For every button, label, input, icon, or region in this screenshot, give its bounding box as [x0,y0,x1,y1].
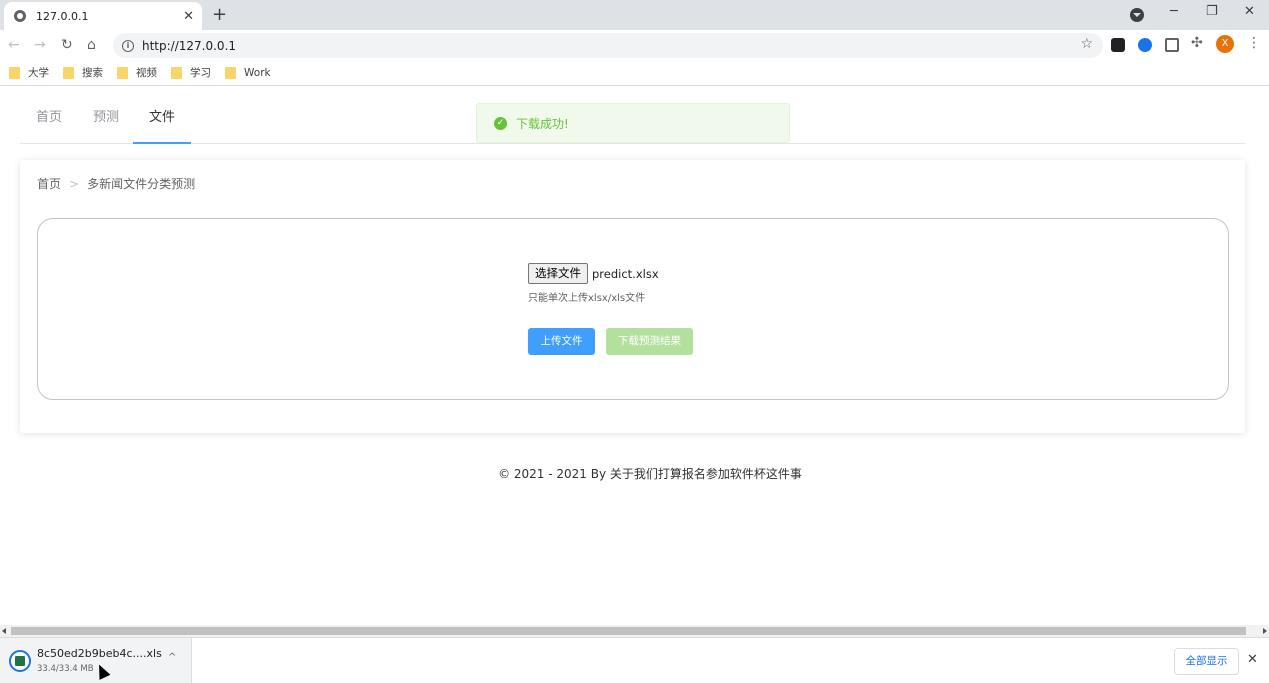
folder-icon [117,66,128,79]
bookmark-folder[interactable]: Work [225,66,271,79]
home-icon[interactable]: ⌂ [87,36,96,54]
globe-icon [14,10,26,22]
new-tab-button[interactable]: + [212,4,227,26]
reload-icon[interactable]: ↻ [61,36,73,54]
browser-tabstrip: 127.0.0.1 ✕ + ─ ❐ ✕ [0,0,1269,30]
breadcrumb-current: 多新闻文件分类预测 [87,177,196,191]
content-card: 首页 > 多新闻文件分类预测 选择文件 predict.xlsx 只能单次上传x… [20,160,1245,433]
browser-menu-icon[interactable]: ⋮ [1247,35,1261,51]
folder-icon [9,66,20,79]
tab-close-icon[interactable]: ✕ [183,10,194,23]
folder-icon [225,66,236,79]
bookmark-folder[interactable]: 学习 [171,65,211,80]
back-icon[interactable]: ← [8,36,20,54]
breadcrumb-home[interactable]: 首页 [37,175,61,192]
bookmark-star-icon[interactable]: ☆ [1080,36,1093,52]
extensions-puzzle-icon[interactable]: ✣ [1191,35,1205,51]
browser-tab[interactable]: 127.0.0.1 ✕ [4,2,202,30]
info-icon[interactable]: i [122,39,134,52]
nav-item-predict[interactable]: 预测 [77,87,135,144]
address-bar[interactable]: i http://127.0.0.1 ☆ [113,33,1103,58]
show-all-button[interactable]: 全部显示 [1174,648,1239,675]
upload-panel: 选择文件 predict.xlsx 只能单次上传xlsx/xls文件 上传文件 … [37,218,1229,400]
extension-check-icon[interactable] [1138,38,1152,52]
page-content: 首页 预测 文件 ✓ 下载成功! 首页 > 多新闻文件分类预测 选择文件 pre… [0,87,1269,625]
bookmark-folder[interactable]: 搜索 [63,65,103,80]
bookmark-folder[interactable]: 视频 [117,65,157,80]
minimize-button[interactable]: ─ [1170,4,1178,19]
scroll-left-icon[interactable] [2,628,6,634]
upload-hint: 只能单次上传xlsx/xls文件 [528,293,646,304]
download-file-name: 8c50ed2b9beb4c....xls [37,647,162,660]
bookmark-folder[interactable]: 大学 [9,65,49,80]
folder-icon [171,66,182,79]
upload-file-button[interactable]: 上传文件 [528,328,595,355]
folder-icon [63,66,74,79]
success-toast: ✓ 下载成功! [476,103,790,143]
forward-icon[interactable]: → [34,36,46,54]
tab-title: 127.0.0.1 [36,9,89,23]
chevron-up-icon[interactable]: ^ [168,652,176,663]
success-check-icon: ✓ [494,116,507,130]
scrollbar-thumb[interactable] [11,627,1246,635]
browser-toolbar: ← → ↻ ⌂ i http://127.0.0.1 ☆ ✣ X ⋮ [0,30,1269,60]
extension-copy-icon[interactable] [1165,38,1179,52]
page-footer: © 2021 - 2021 By 关于我们打算报名参加软件杯这件事 [498,467,802,481]
breadcrumb: 首页 > 多新闻文件分类预测 [37,175,195,192]
bookmarks-bar: 大学 搜索 视频 学习 Work [0,60,1269,86]
scroll-right-icon[interactable] [1263,628,1267,634]
download-file-size: 33.4/33.4 MB [37,664,94,674]
address-url[interactable]: http://127.0.0.1 [142,39,236,53]
choose-file-button[interactable]: 选择文件 [528,263,588,284]
download-item[interactable]: 8c50ed2b9beb4c....xls 33.4/33.4 MB ^ [0,638,192,683]
download-shelf: 8c50ed2b9beb4c....xls 33.4/33.4 MB ^ 全部显… [0,637,1269,683]
selected-file-name: predict.xlsx [592,266,659,281]
excel-file-icon [9,650,31,672]
nav-item-files[interactable]: 文件 [133,87,192,144]
profile-avatar[interactable]: X [1216,35,1234,53]
shelf-close-icon[interactable]: ✕ [1247,652,1258,667]
download-result-button[interactable]: 下载预测结果 [606,328,693,355]
chevron-right-icon: > [69,176,80,191]
file-input[interactable]: 选择文件 predict.xlsx [528,263,659,284]
extension-icon[interactable] [1111,38,1125,52]
nav-item-home[interactable]: 首页 [20,87,78,144]
restore-button[interactable]: ❐ [1206,4,1218,19]
window-close-button[interactable]: ✕ [1244,4,1255,19]
tab-search-icon[interactable] [1130,8,1144,22]
horizontal-scrollbar[interactable] [0,625,1269,637]
toast-message: 下载成功! [516,116,569,131]
